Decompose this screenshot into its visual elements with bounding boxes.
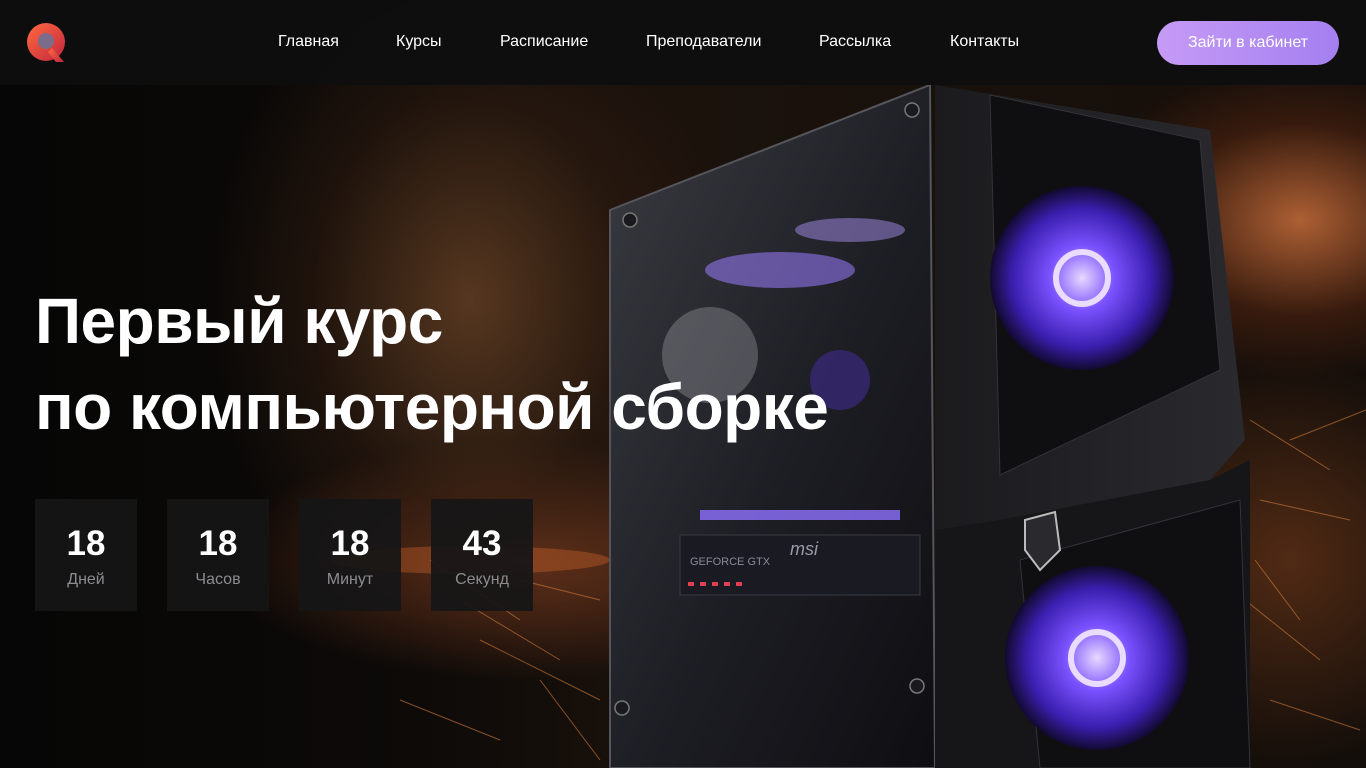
login-cabinet-button[interactable]: Зайти в кабинет [1157,21,1339,65]
nav-item-teachers[interactable]: Преподаватели [646,33,761,51]
hero-title-line-1: Первый курс [35,285,443,357]
nav-item-courses[interactable]: Курсы [396,33,442,51]
countdown-minutes-label: Минут [326,571,374,588]
nav-item-schedule[interactable]: Расписание [500,33,588,51]
q-logo-icon[interactable] [26,22,68,64]
gpu-brand-label: msi [790,539,819,559]
countdown-hours-value: 18 [198,524,238,563]
gpu-label: GEFORCE GTX [690,556,771,568]
countdown-seconds-value: 43 [462,524,502,563]
countdown-minutes-value: 18 [330,524,370,563]
hero-title: Первый курс по компьютерной сборке [35,278,855,450]
hero-title-line-2: по компьютерной сборке [35,371,829,443]
countdown-seconds: 43 Секунд [431,499,533,611]
countdown-days: 18 Дней [35,499,137,611]
nav-item-newsletter[interactable]: Рассылка [819,33,891,51]
countdown-days-label: Дней [67,571,105,588]
countdown-days-value: 18 [66,524,106,563]
nav-item-home[interactable]: Главная [278,33,339,51]
countdown-hours-label: Часов [195,571,241,588]
site-header: Главная Курсы Расписание Преподаватели Р… [0,0,1366,85]
countdown-seconds-label: Секунд [455,571,509,588]
countdown-minutes: 18 Минут [299,499,401,611]
nav-item-contacts[interactable]: Контакты [950,33,1019,51]
countdown-hours: 18 Часов [167,499,269,611]
